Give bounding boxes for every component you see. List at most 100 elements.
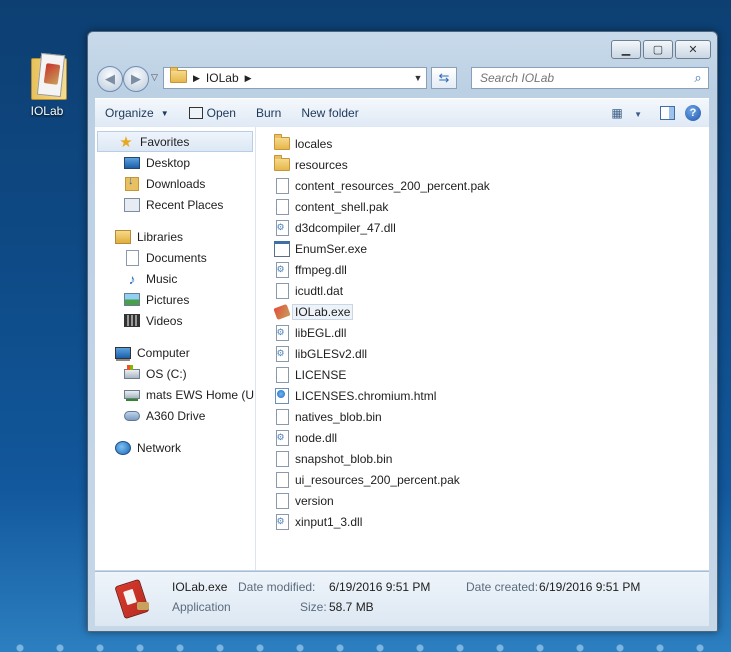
nav-label: Network xyxy=(137,440,182,455)
view-grid-icon: ▦ xyxy=(611,106,623,120)
nav-item-a360-drive[interactable]: A360 Drive xyxy=(95,405,255,426)
music-icon: ♪ xyxy=(128,270,136,287)
file-row[interactable]: libGLESv2.dll xyxy=(256,343,709,364)
address-bar[interactable]: ▶ IOLab ▶ ▼ xyxy=(163,67,427,89)
file-name: icudtl.dat xyxy=(295,283,344,298)
back-button[interactable]: ◀ xyxy=(97,66,123,92)
nav-item-pictures[interactable]: Pictures xyxy=(95,289,255,310)
nav-label: A360 Drive xyxy=(146,408,206,423)
file-row[interactable]: content_resources_200_percent.pak xyxy=(256,175,709,196)
desktop-icon xyxy=(124,155,140,171)
file-row[interactable]: node.dll xyxy=(256,427,709,448)
search-icon[interactable]: ⌕ xyxy=(688,70,708,86)
nav-label: Computer xyxy=(137,345,190,360)
breadcrumb-iolab[interactable]: IOLab xyxy=(206,71,239,85)
dll-icon xyxy=(274,261,290,278)
file-row[interactable]: content_shell.pak xyxy=(256,196,709,217)
forward-button[interactable]: ▶ xyxy=(123,66,149,92)
navigation-pane: ★ Favorites Desktop Downloads Recent Pla… xyxy=(95,127,256,570)
chevron-right-icon[interactable]: ▶ xyxy=(193,73,200,84)
search-box[interactable]: ⌕ xyxy=(471,67,709,89)
file-row[interactable]: ffmpeg.dll xyxy=(256,259,709,280)
chevron-right-icon[interactable]: ▶ xyxy=(245,73,252,84)
refresh-button[interactable]: ⇆ xyxy=(431,67,457,89)
refresh-icon: ⇆ xyxy=(438,70,450,85)
downloads-icon xyxy=(124,175,140,192)
help-icon[interactable]: ? xyxy=(685,105,701,121)
nav-item-os-drive[interactable]: OS (C:) xyxy=(95,363,255,384)
pictures-icon xyxy=(124,292,140,308)
chevron-down-icon: ▼ xyxy=(634,110,642,119)
network-icon xyxy=(115,440,131,456)
nav-item-desktop[interactable]: Desktop xyxy=(95,152,255,173)
file-row[interactable]: natives_blob.bin xyxy=(256,406,709,427)
desktop-icon-iolab[interactable]: IOLab xyxy=(16,52,78,118)
file-row[interactable]: LICENSES.chromium.html xyxy=(256,385,709,406)
search-input[interactable] xyxy=(478,70,688,86)
file-row[interactable]: EnumSer.exe xyxy=(256,238,709,259)
file-row[interactable]: snapshot_blob.bin xyxy=(256,448,709,469)
explorer-window: ▁ ▢ ✕ ◀ ▶ ▽ ▶ IOLab ▶ ▼ ⇆ ⌕ Organize ▼ O… xyxy=(87,31,718,632)
file-row[interactable]: xinput1_3.dll xyxy=(256,511,709,532)
nav-item-downloads[interactable]: Downloads xyxy=(95,173,255,194)
recent-pages-dropdown[interactable]: ▽ xyxy=(151,72,158,83)
new-folder-button[interactable]: New folder xyxy=(291,101,368,125)
organize-button[interactable]: Organize ▼ xyxy=(95,101,179,125)
file-row[interactable]: resources xyxy=(256,154,709,175)
nav-label: Recent Places xyxy=(146,197,224,212)
nav-item-network-drive[interactable]: mats EWS Home (U: xyxy=(95,384,255,405)
nav-favorites[interactable]: ★ Favorites xyxy=(97,131,253,152)
dll-icon xyxy=(274,324,290,341)
preview-pane-button[interactable] xyxy=(660,106,675,120)
close-button[interactable]: ✕ xyxy=(675,40,711,59)
file-row[interactable]: IOLab.exe xyxy=(256,301,709,322)
view-options-button[interactable]: ▦ ▼ xyxy=(611,106,642,120)
details-date-created-label: Date created: xyxy=(466,580,539,594)
file-row[interactable]: d3dcompiler_47.dll xyxy=(256,217,709,238)
file-row[interactable]: ui_resources_200_percent.pak xyxy=(256,469,709,490)
nav-item-documents[interactable]: Documents xyxy=(95,247,255,268)
nav-item-videos[interactable]: Videos xyxy=(95,310,255,331)
file-row[interactable]: version xyxy=(256,490,709,511)
file-row[interactable]: LICENSE xyxy=(256,364,709,385)
nav-network[interactable]: Network xyxy=(95,437,255,458)
file-name: libEGL.dll xyxy=(295,325,347,340)
details-date-modified-label: Date modified: xyxy=(238,580,316,594)
iolab-app-icon xyxy=(273,303,291,320)
file-name: locales xyxy=(295,136,333,151)
html-icon xyxy=(274,387,290,404)
file-icon xyxy=(274,177,290,194)
file-name: d3dcompiler_47.dll xyxy=(295,220,396,235)
libraries-icon xyxy=(115,229,131,245)
file-icon xyxy=(274,471,290,488)
details-date-created-value: 6/19/2016 9:51 PM xyxy=(539,580,641,594)
nav-label: Pictures xyxy=(146,292,190,307)
minimize-icon: ▁ xyxy=(621,44,631,56)
recent-places-icon xyxy=(124,197,140,213)
file-name: version xyxy=(295,493,334,508)
file-name: libGLESv2.dll xyxy=(295,346,368,361)
file-row[interactable]: locales xyxy=(256,133,709,154)
file-row[interactable]: icudtl.dat xyxy=(256,280,709,301)
documents-icon xyxy=(124,249,140,266)
details-size-label: Size: xyxy=(300,600,327,614)
details-file-name: IOLab.exe xyxy=(172,580,228,594)
details-size-value: 58.7 MB xyxy=(329,600,374,614)
forward-arrow-icon: ▶ xyxy=(131,71,141,86)
minimize-button[interactable]: ▁ xyxy=(611,40,641,59)
nav-label: Desktop xyxy=(146,155,191,170)
file-row[interactable]: libEGL.dll xyxy=(256,322,709,343)
nav-item-music[interactable]: ♪ Music xyxy=(95,268,255,289)
nav-label: Documents xyxy=(146,250,207,265)
dll-icon xyxy=(274,429,290,446)
chevron-down-icon[interactable]: ▼ xyxy=(410,73,426,83)
details-pane: IOLab.exe Application Date modified: 6/1… xyxy=(95,571,709,626)
exe-icon xyxy=(274,240,290,257)
open-button[interactable]: Open xyxy=(179,101,246,125)
dll-icon xyxy=(274,219,290,236)
maximize-button[interactable]: ▢ xyxy=(643,40,673,59)
nav-computer[interactable]: Computer xyxy=(95,342,255,363)
nav-item-recent-places[interactable]: Recent Places xyxy=(95,194,255,215)
burn-button[interactable]: Burn xyxy=(246,101,291,125)
nav-libraries[interactable]: Libraries xyxy=(95,226,255,247)
